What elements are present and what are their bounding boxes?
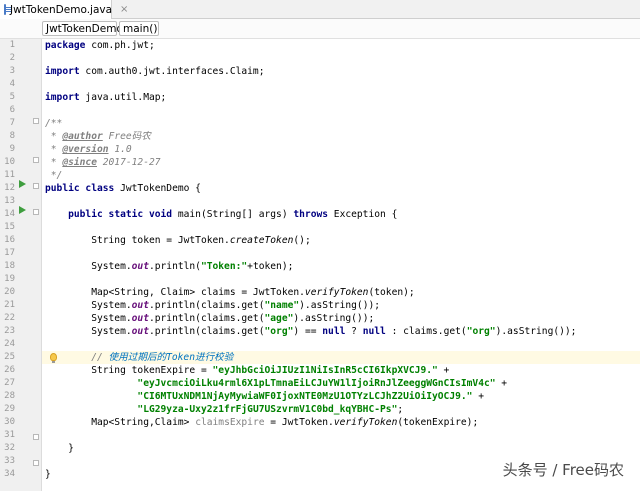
file-tab-label: JwtTokenDemo.java: [10, 3, 113, 16]
code-editor[interactable]: package com.ph.jwt; import com.auth0.jwt…: [42, 39, 640, 491]
line-number: 14: [4, 209, 15, 219]
watermark: 头条号 / Free码农: [498, 458, 628, 481]
code-line-9: * @version 1.0: [45, 144, 132, 155]
line-number: 6: [9, 105, 15, 115]
code-line-16: String token = JwtToken.createToken();: [45, 235, 311, 246]
close-icon[interactable]: ×: [120, 4, 128, 15]
code-line-5: import java.util.Map;: [45, 92, 167, 103]
code-line-1: package com.ph.jwt;: [45, 40, 155, 51]
line-number: 8: [9, 131, 15, 141]
line-number: 24: [4, 339, 15, 349]
code-line-14: public static void main(String[] args) t…: [68, 209, 398, 220]
line-number: 20: [4, 287, 15, 297]
code-line-20: Map<String, Claim> claims = JwtToken.ver…: [45, 287, 415, 298]
fold-icon[interactable]: [33, 118, 39, 124]
line-number: 12: [4, 183, 15, 193]
line-number: 15: [4, 222, 15, 232]
code-line-26: String tokenExpire = "eyJhbGciOiJIUzI1Ni…: [45, 365, 450, 376]
fold-icon[interactable]: [33, 183, 39, 189]
code-line-22: System.out.println(claims.get("age").asS…: [45, 313, 375, 324]
line-number: 18: [4, 261, 15, 271]
line-number: 11: [4, 170, 15, 180]
code-line-18: System.out.println("Token:"+token);: [45, 261, 294, 272]
fold-icon[interactable]: [33, 157, 39, 163]
line-number: 32: [4, 443, 15, 453]
line-number: 30: [4, 417, 15, 427]
code-line-32: }: [45, 443, 74, 454]
line-number: 1: [9, 40, 15, 50]
code-line-12: public class JwtTokenDemo {: [45, 183, 201, 194]
code-line-28: "CI6MTUxNDM1NjAyMywiaWF0IjoxNTE0MzU1OTYz…: [137, 391, 484, 402]
run-arrow-icon[interactable]: [19, 206, 26, 214]
line-number: 17: [4, 248, 15, 258]
code-line-7: /**: [45, 118, 63, 129]
code-line-3: import com.auth0.jwt.interfaces.Claim;: [45, 66, 265, 77]
breadcrumb: JwtTokenDemo main(): [0, 19, 640, 39]
code-line-34: }: [45, 469, 51, 480]
line-number: 29: [4, 404, 15, 414]
line-number: 3: [9, 66, 15, 76]
line-number: 26: [4, 365, 15, 375]
line-number: 5: [9, 92, 15, 102]
code-line-21: System.out.println(claims.get("name").as…: [45, 300, 381, 311]
line-gutter: 1 2 3 4 5 6 7 8 9 10 11 12 13 14 15 16 17 18 19 20 21 22 23 24 2…: [0, 39, 42, 491]
line-number: 34: [4, 469, 15, 479]
line-number: 9: [9, 144, 15, 154]
code-line-29: "LG29yza-Uxy2z1frFjGU7USzvrmV1C0bd_kqYBH…: [137, 404, 404, 415]
line-number: 2: [9, 53, 15, 63]
line-number: 10: [4, 157, 15, 167]
code-line-30: Map<String,Claim> claimsExpire = JwtToke…: [45, 417, 479, 428]
breadcrumb-method[interactable]: main(): [119, 21, 159, 36]
code-line-27: "eyJvcmciOiLku4rml6X1pLTmnaEiLCJuYW1lIjo…: [137, 378, 508, 389]
line-number: 31: [4, 430, 15, 440]
line-number: 28: [4, 391, 15, 401]
code-line-8: * @author Free码农: [45, 131, 151, 142]
line-number: 25: [4, 352, 15, 362]
file-tab-jwttokendemo[interactable]: JwtTokenDemo.java ×: [0, 0, 128, 19]
java-file-icon: [4, 4, 11, 15]
editor-tab-bar: JwtTokenDemo.java ×: [0, 0, 640, 19]
fold-icon[interactable]: [33, 460, 39, 466]
code-line-10: * @since 2017-12-27: [45, 157, 161, 168]
line-number: 22: [4, 313, 15, 323]
line-number: 33: [4, 456, 15, 466]
line-number: 19: [4, 274, 15, 284]
breadcrumb-class[interactable]: JwtTokenDemo: [42, 21, 123, 36]
run-arrow-icon[interactable]: [19, 180, 26, 188]
line-number: 13: [4, 196, 15, 206]
line-number: 4: [9, 79, 15, 89]
fold-icon[interactable]: [33, 209, 39, 215]
line-number: 23: [4, 326, 15, 336]
code-line-25: // 使用过期后的Token进行校验: [45, 352, 234, 363]
code-line-23: System.out.println(claims.get("org") == …: [45, 326, 577, 337]
code-line-11: */: [45, 170, 63, 181]
fold-icon[interactable]: [33, 434, 39, 440]
line-number: 7: [9, 118, 15, 128]
line-number: 21: [4, 300, 15, 310]
line-number: 16: [4, 235, 15, 245]
line-number: 27: [4, 378, 15, 388]
